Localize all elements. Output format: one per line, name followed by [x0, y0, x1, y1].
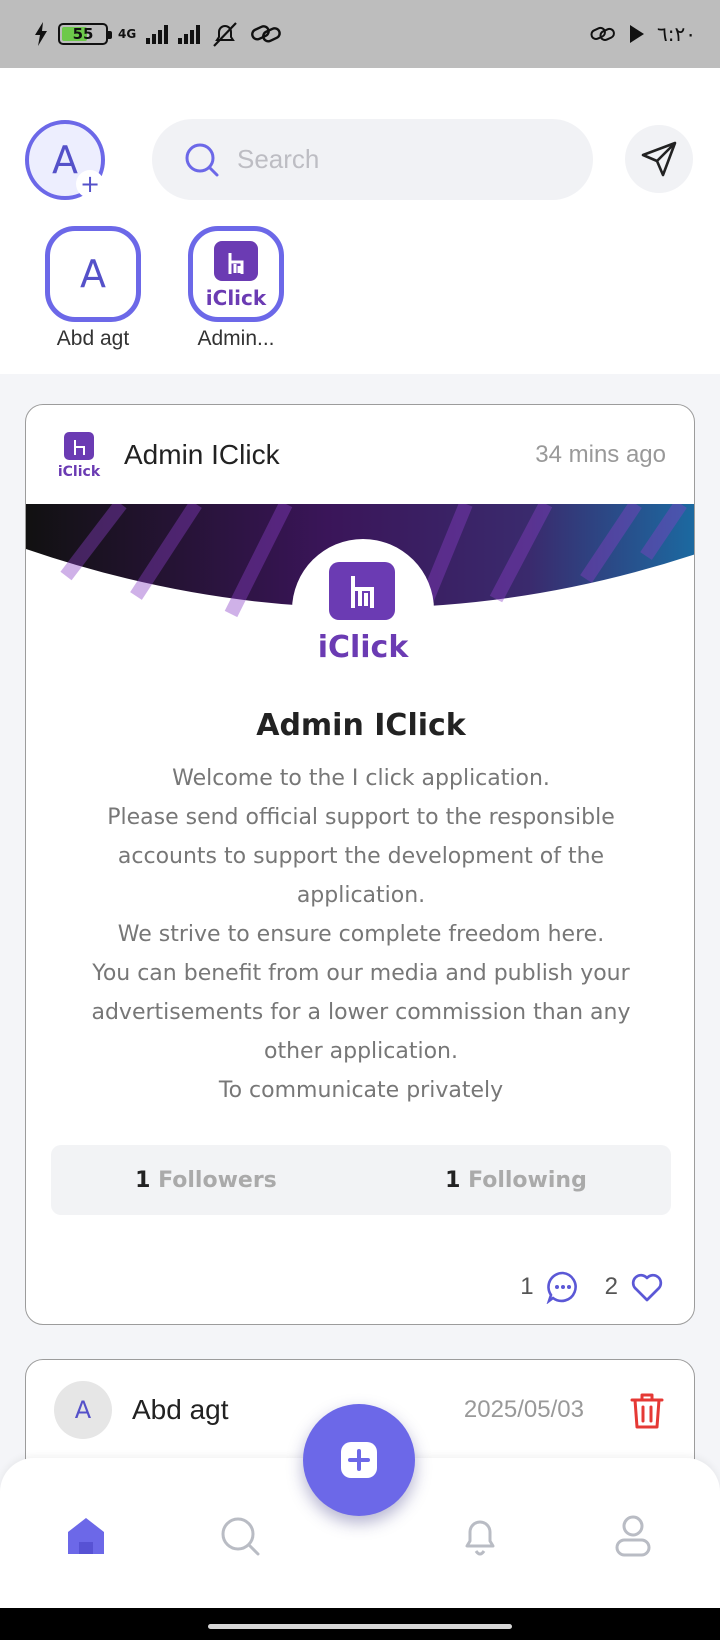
comment-icon: [546, 1271, 577, 1304]
link-icon: [251, 25, 282, 43]
send-icon: [641, 141, 677, 177]
followers-stat: 1 Followers: [135, 1167, 277, 1193]
search-icon: [221, 1517, 260, 1556]
post-time: 34 mins ago: [535, 440, 666, 468]
story-admin-iclick[interactable]: iClick Admin...: [186, 226, 286, 351]
search-input[interactable]: [237, 144, 567, 175]
story-abd-agt[interactable]: A Abd agt: [43, 226, 143, 351]
home-tab[interactable]: [61, 1511, 111, 1561]
author-avatar[interactable]: A: [54, 1380, 112, 1439]
iclick-logo-text: iClick: [318, 630, 410, 664]
add-story-symbol: +: [79, 170, 101, 198]
author-logo-text: iClick: [58, 464, 101, 480]
status-left: 55 4G: [34, 20, 282, 48]
story-name: Admin...: [197, 327, 275, 350]
mute-bell-icon: [213, 22, 237, 47]
post-card[interactable]: iClick Admin IClick 34 mins ago iClick A…: [25, 404, 695, 1325]
app-logo: iClick: [292, 539, 434, 681]
my-avatar-letter: A: [52, 138, 78, 182]
author-avatar-letter: A: [74, 1395, 92, 1424]
comment-button[interactable]: 1: [520, 1270, 579, 1304]
network-type: 4G: [118, 26, 137, 41]
battery-icon: 55: [58, 23, 112, 45]
play-store-icon: [630, 25, 645, 43]
following-stat: 1 Following: [445, 1167, 587, 1193]
media-stats: 1 Followers 1 Following: [51, 1145, 671, 1215]
like-count: 2: [604, 1272, 618, 1300]
media-title: Admin IClick: [256, 708, 466, 743]
app-screen: 55 4G ٦:٢٠ A + A Abd agt iClick: [0, 0, 720, 1640]
story-name: Abd agt: [56, 327, 130, 350]
charging-icon: [35, 22, 47, 46]
post-header: iClick Admin IClick 34 mins ago: [26, 405, 694, 504]
post-date: 2025/05/03: [463, 1395, 584, 1423]
search-icon: [185, 143, 219, 176]
plus-icon: [341, 1442, 377, 1478]
post-actions: 1 2: [26, 1249, 694, 1324]
notifications-tab[interactable]: [455, 1511, 505, 1561]
bell-icon: [465, 1520, 495, 1556]
clock: ٦:٢٠: [657, 22, 696, 46]
heart-icon: [631, 1273, 663, 1301]
signal-icon-1: [146, 24, 169, 44]
story-logo[interactable]: iClick: [188, 226, 284, 322]
home-icon: [68, 1518, 104, 1554]
top-header: A + A Abd agt iClick Admin...: [0, 68, 720, 374]
status-right: ٦:٢٠: [589, 22, 696, 46]
story-avatar[interactable]: A: [45, 226, 141, 322]
feed: iClick Admin IClick 34 mins ago iClick A…: [0, 374, 720, 1579]
profile-tab[interactable]: [608, 1511, 658, 1561]
story-avatar-letter: A: [80, 252, 106, 296]
signal-icon-2: [178, 24, 201, 44]
search-bar[interactable]: [152, 119, 593, 200]
iclick-logo-icon: iClick: [206, 241, 267, 310]
status-bar: 55 4G ٦:٢٠: [0, 0, 720, 68]
add-story-button[interactable]: +: [76, 170, 104, 198]
gesture-bar: [0, 1608, 720, 1640]
comment-count: 1: [520, 1272, 534, 1300]
profile-icon: [615, 1515, 651, 1557]
post-image[interactable]: iClick Admin IClick Welcome to the I cli…: [26, 504, 694, 1249]
hotspot-link-icon: [590, 26, 616, 42]
like-button[interactable]: 2: [605, 1270, 664, 1304]
author-logo-icon: iClick: [58, 431, 101, 480]
create-post-button[interactable]: [303, 1404, 415, 1516]
home-indicator[interactable]: [208, 1624, 512, 1629]
iclick-logo-icon: iClick: [318, 562, 410, 664]
media-message: Welcome to the I click application. Plea…: [91, 766, 631, 1103]
battery-level: 55: [72, 25, 94, 43]
iclick-logo-text: iClick: [206, 286, 267, 310]
post-author[interactable]: Admin IClick: [124, 439, 280, 471]
send-message-button[interactable]: [625, 125, 693, 193]
post-author[interactable]: Abd agt: [132, 1394, 229, 1426]
trash-icon[interactable]: [628, 1390, 666, 1430]
search-tab[interactable]: [215, 1511, 265, 1561]
